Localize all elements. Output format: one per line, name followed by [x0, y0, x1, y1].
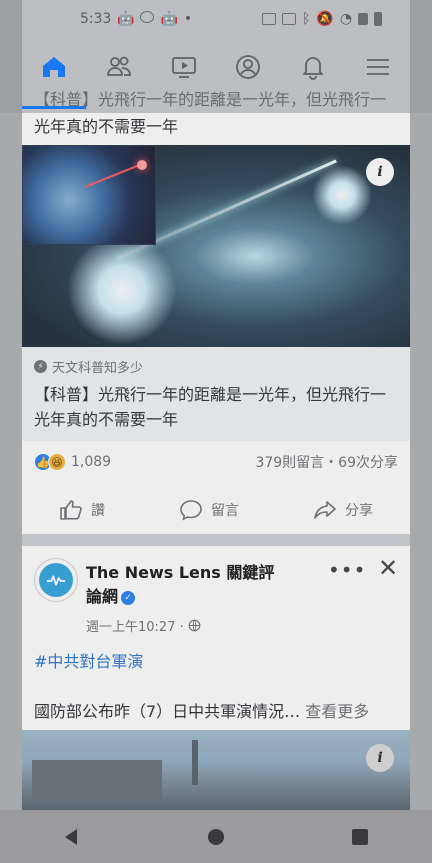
tab-profile[interactable] — [234, 53, 262, 85]
post-hero-image[interactable]: i — [22, 145, 410, 347]
tab-watch[interactable] — [170, 53, 198, 85]
globe-icon — [188, 619, 201, 632]
hamburger-menu-icon — [366, 59, 389, 75]
post-actions: 讚 留言 分享 — [22, 486, 410, 534]
post-time[interactable]: 週一上午10:27 · — [86, 616, 201, 635]
share-label: 分享 — [345, 503, 373, 519]
link-preview-card[interactable]: ⚡ 天文科普知多少 【科普】光飛行一年的距離是一光年，但光飛行一光年真的不需要一… — [22, 347, 410, 441]
laser-dot — [137, 160, 147, 170]
like-button[interactable]: 讚 — [59, 498, 105, 522]
left-dim-edge — [0, 0, 22, 863]
hashtag-link[interactable]: #中共對台軍演 — [34, 648, 143, 672]
reaction-count: 1,089 — [71, 454, 112, 470]
link-source: ⚡ 天文科普知多少 — [34, 357, 398, 376]
no-signal-icon — [358, 13, 369, 25]
link-title: 【科普】光飛行一年的距離是一光年，但光飛行一光年真的不需要一年 — [34, 385, 387, 429]
post-stats: 👍 😆 1,089 379則留言・69次分享 — [22, 446, 410, 478]
friends-icon — [107, 56, 131, 76]
bell-icon — [303, 57, 323, 80]
link-source-label: 天文科普知多少 — [52, 361, 144, 376]
verified-badge-icon: ✓ — [121, 590, 136, 605]
home-circle-icon[interactable] — [205, 826, 227, 848]
post-header: The News Lens 關鍵評論網 ✓ 週一上午10:27 · ••• ✕ — [22, 546, 410, 646]
share-button[interactable]: 分享 — [313, 498, 373, 522]
tab-home[interactable] — [40, 53, 68, 85]
mute-icon: 🔕 — [316, 11, 334, 27]
battery-icon — [374, 12, 383, 26]
page-name[interactable]: The News Lens 關鍵評論網 — [86, 563, 274, 606]
reactions-summary[interactable]: 👍 😆 1,089 — [34, 453, 111, 471]
screenshot-icon — [262, 13, 276, 25]
page-avatar[interactable] — [34, 558, 78, 602]
system-navigation-bar — [0, 810, 432, 863]
more-options-button[interactable]: ••• — [328, 558, 366, 582]
laser-line — [84, 162, 145, 188]
post-timestamp: 週一上午10:27 · — [86, 620, 184, 635]
info-icon[interactable]: i — [366, 158, 394, 186]
profile-icon — [236, 55, 261, 79]
right-dim-edge — [410, 0, 432, 863]
like-label: 讚 — [91, 503, 105, 519]
info-icon[interactable]: i — [366, 744, 394, 772]
news-lens-logo-icon — [39, 563, 73, 597]
status-notification-icons: 🤖 🤖 • — [116, 11, 192, 27]
galaxy-glow — [67, 235, 177, 345]
post-divider — [22, 534, 410, 546]
status-bar: 5:33 🤖 🤖 • ᛒ 🔕 ◔ — [0, 8, 432, 30]
main-nav-tabs — [22, 46, 410, 92]
tab-friends[interactable] — [105, 53, 133, 85]
wifi-icon: ◔ — [339, 11, 353, 27]
haha-reaction-icon: 😆 — [48, 453, 66, 471]
no-sim-icon — [282, 13, 296, 25]
status-system-icons: ᛒ 🔕 ◔ — [262, 11, 383, 27]
bolt-icon: ⚡ — [34, 360, 47, 373]
ship-mast — [192, 740, 198, 785]
news-feed[interactable]: 【科普】光飛行一年的距離是一光年，但光飛行一光年真的不需要一年 i ⚡ 天文科普… — [22, 0, 410, 863]
tab-notifications[interactable] — [299, 53, 327, 85]
share-arrow-icon — [314, 501, 336, 519]
page-name-block[interactable]: The News Lens 關鍵評論網 ✓ — [86, 561, 286, 609]
post-body-text: 國防部公布昨（7）日中共軍演情況… — [34, 702, 301, 721]
home-icon — [43, 57, 66, 77]
dot-icon: • — [183, 11, 193, 27]
earth-inset-image — [22, 145, 156, 245]
ship-hull — [32, 760, 162, 800]
star-glow — [312, 165, 372, 225]
comments-shares-count[interactable]: 379則留言・69次分享 — [255, 452, 398, 472]
post-body: 國防部公布昨（7）日中共軍演情況… 查看更多 — [34, 698, 369, 722]
recents-square-icon[interactable] — [349, 826, 371, 848]
top-app-bar: 5:33 🤖 🤖 • ᛒ 🔕 ◔ — [0, 0, 432, 113]
video-icon — [171, 57, 196, 78]
bluetooth-icon: ᛒ — [302, 11, 311, 27]
status-time: 5:33 — [80, 11, 112, 27]
tab-menu[interactable] — [364, 53, 392, 85]
comment-button[interactable]: 留言 — [179, 498, 239, 522]
active-tab-indicator — [22, 106, 86, 109]
android-icon: 🤖 — [160, 11, 178, 27]
sync-icon — [140, 11, 155, 23]
back-icon[interactable] — [61, 826, 83, 848]
post-ship-image[interactable]: i — [22, 730, 410, 810]
screen: 【科普】光飛行一年的距離是一光年，但光飛行一光年真的不需要一年 i ⚡ 天文科普… — [0, 0, 432, 863]
thumbs-up-icon — [60, 500, 82, 520]
comment-icon — [180, 500, 202, 521]
see-more-link[interactable]: 查看更多 — [305, 702, 369, 721]
comment-label: 留言 — [211, 503, 239, 519]
hide-post-button[interactable]: ✕ — [378, 554, 398, 582]
android-icon: 🤖 — [117, 11, 135, 27]
